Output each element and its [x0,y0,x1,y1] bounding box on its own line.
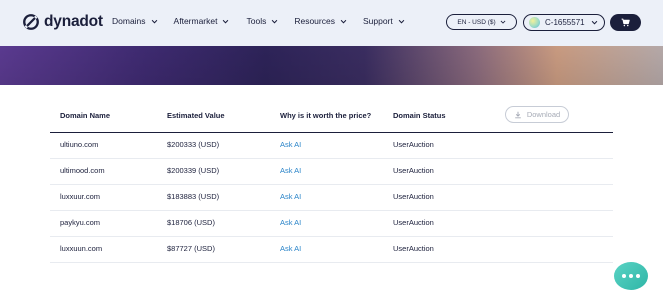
hero-banner [0,46,663,85]
download-icon [515,111,521,118]
main-nav: Domains Aftermarket Tools Resources Supp… [112,16,405,26]
top-header: dynadot Domains Aftermarket Tools Resour… [0,0,663,47]
chevron-down-icon [223,19,229,23]
table-row: ultimood.com $200339 (USD) Ask AI UserAu… [50,158,613,185]
brand-logo[interactable]: dynadot [22,13,103,31]
estimated-value-cell: $200339 (USD) [167,166,220,175]
nav-support[interactable]: Support [363,16,405,26]
column-why-worth: Why is it worth the price? [280,111,372,120]
chevron-down-icon [591,20,597,25]
table-header: Domain Name Estimated Value Why is it wo… [50,106,613,133]
ask-ai-link[interactable]: Ask AI [280,166,301,175]
domain-status-cell: UserAuction [393,140,434,149]
account-button[interactable]: C-1655571 [523,14,605,31]
estimated-value-cell: $200333 (USD) [167,140,220,149]
estimated-value-cell: $183883 (USD) [167,192,220,201]
download-button[interactable]: Download [505,106,569,123]
ask-ai-link[interactable]: Ask AI [280,244,301,253]
domain-status-cell: UserAuction [393,244,434,253]
estimated-value-cell: $18706 (USD) [167,218,215,227]
nav-domains[interactable]: Domains [112,16,158,26]
logo-icon [23,14,39,30]
nav-tools-label: Tools [246,16,267,26]
table-row: ultiuno.com $200333 (USD) Ask AI UserAuc… [50,132,613,159]
chevron-down-icon [340,19,347,23]
avatar [529,17,540,28]
ask-ai-link[interactable]: Ask AI [280,192,301,201]
chevron-down-icon [398,19,405,23]
domain-status-cell: UserAuction [393,218,434,227]
chevron-down-icon [151,19,157,23]
nav-aftermarket-label: Aftermarket [173,16,218,26]
domain-name-cell[interactable]: ultimood.com [60,166,105,175]
chevron-down-icon [500,20,506,24]
table-row: luxxuur.com $183883 (USD) Ask AI UserAuc… [50,184,613,211]
domain-name-cell[interactable]: luxxuun.com [60,244,102,253]
domain-status-cell: UserAuction [393,166,434,175]
chat-icon [614,262,648,290]
domain-name-cell[interactable]: paykyu.com [60,218,100,227]
estimated-value-cell: $87727 (USD) [167,244,215,253]
cart-button[interactable] [610,14,641,31]
domain-name-cell[interactable]: luxxuur.com [60,192,100,201]
ask-ai-link[interactable]: Ask AI [280,218,301,227]
language-currency-button[interactable]: EN - USD ($) [446,14,517,30]
nav-resources[interactable]: Resources [294,16,347,26]
nav-domains-label: Domains [112,16,146,26]
column-estimated-value: Estimated Value [167,111,225,120]
table-row: luxxuun.com $87727 (USD) Ask AI UserAuct… [50,236,613,263]
column-domain-status: Domain Status [393,111,446,120]
domain-status-cell: UserAuction [393,192,434,201]
nav-tools[interactable]: Tools [246,16,278,26]
domain-table-card: Domain Name Estimated Value Why is it wo… [0,85,663,300]
nav-resources-label: Resources [294,16,335,26]
ask-ai-link[interactable]: Ask AI [280,140,301,149]
brand-name: dynadot [44,13,103,30]
chat-widget-button[interactable] [614,262,648,292]
nav-support-label: Support [362,16,393,26]
column-domain-name: Domain Name [60,111,111,120]
chevron-down-icon [272,19,278,23]
nav-aftermarket[interactable]: Aftermarket [174,16,230,26]
table-row: paykyu.com $18706 (USD) Ask AI UserAucti… [50,210,613,237]
language-currency-label: EN - USD ($) [457,18,496,26]
cart-icon [621,18,630,27]
account-id: C-1655571 [545,18,585,27]
download-label: Download [526,110,561,119]
chat-dot [629,274,633,278]
chat-dot [636,274,640,278]
domain-name-cell[interactable]: ultiuno.com [60,140,98,149]
chat-dot [622,274,626,278]
